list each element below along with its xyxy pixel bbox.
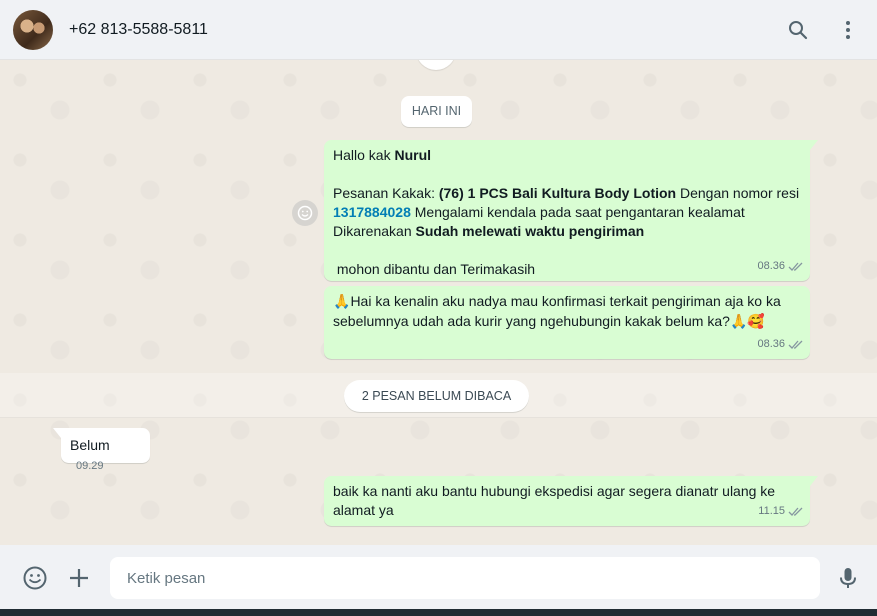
bottom-bar — [0, 609, 877, 616]
message-time: 11.15 — [758, 505, 785, 517]
message-line: alamat ya — [333, 502, 394, 518]
message-line: 🙏Hai ka kenalin aku nadya mau konfirmasi… — [333, 293, 781, 310]
message-outgoing[interactable]: Hallo kak Nurul Pesanan Kakak: (76) 1 PC… — [324, 140, 818, 281]
pray-emoji: 🙏 — [729, 314, 748, 330]
message-incoming[interactable]: Belum 09.29 — [53, 428, 150, 472]
message-line: 1317884028 Mengalami kendala pada saat p… — [333, 204, 745, 220]
date-divider: HARI INI — [401, 96, 472, 127]
resi-link[interactable]: 1317884028 — [333, 204, 411, 220]
double-check-icon — [788, 340, 803, 349]
message-line: Pesanan Kakak: (76) 1 PCS Bali Kultura B… — [333, 185, 800, 201]
double-check-icon — [788, 507, 803, 516]
pray-emoji: 🙏 — [333, 294, 351, 310]
scroll-indicator — [416, 60, 456, 70]
message-time: 08.36 — [757, 338, 785, 350]
search-icon[interactable] — [786, 18, 810, 42]
mic-icon[interactable] — [835, 565, 861, 591]
message-outgoing[interactable]: 🙏Hai ka kenalin aku nadya mau konfirmasi… — [324, 286, 810, 359]
message-meta: 11.15 — [758, 502, 804, 521]
chat-area[interactable]: HARI INI Hallo kak Nurul Pesanan Kakak: … — [0, 60, 877, 545]
message-meta: 08.36 — [757, 257, 804, 276]
message-line: baik ka nanti aku bantu hubungi ekspedis… — [333, 483, 776, 499]
message-line: mohon dibantu dan Terimakasih — [333, 261, 536, 277]
message-meta: 08.36 — [757, 335, 804, 354]
message-text: Belum — [70, 437, 110, 453]
avatar[interactable] — [13, 10, 53, 50]
reaction-icon[interactable] — [292, 200, 318, 226]
message-line: Dikarenakan Sudah melewati waktu pengiri… — [333, 223, 645, 239]
message-outgoing[interactable]: baik ka nanti aku bantu hubungi ekspedis… — [324, 476, 818, 526]
plus-icon[interactable] — [66, 565, 92, 591]
contact-name[interactable]: +62 813-5588-5811 — [69, 21, 208, 39]
menu-icon[interactable] — [836, 18, 860, 42]
chat-header: +62 813-5588-5811 — [0, 0, 877, 60]
message-line: sebelumnya udah ada kurir yang ngehubung… — [333, 313, 765, 330]
message-time: 09.29 — [76, 460, 104, 472]
unread-badge: 2 PESAN BELUM DIBACA — [344, 380, 529, 412]
emoji-icon[interactable] — [22, 565, 48, 591]
message-time: 08.36 — [757, 260, 785, 272]
message-input[interactable] — [110, 557, 820, 599]
composer-bar — [0, 545, 877, 609]
double-check-icon — [788, 262, 803, 271]
message-line: Hallo kak Nurul — [333, 147, 432, 163]
love-emoji: 🥰 — [747, 314, 765, 330]
